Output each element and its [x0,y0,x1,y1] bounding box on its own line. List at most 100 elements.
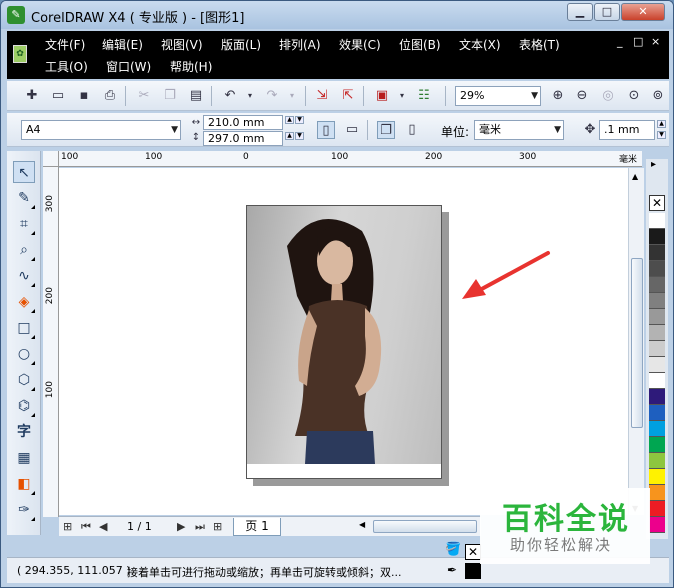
maximize-button[interactable]: □ [594,3,620,21]
copy-icon[interactable]: ❐ [161,87,179,105]
scroll-up-icon[interactable]: ▲ [632,172,638,181]
menu-edit[interactable]: 编辑(E) [102,36,143,54]
close-button[interactable]: ✕ [621,3,665,21]
zoom-in-icon[interactable]: ⊕ [549,87,567,105]
redo-dropdown-icon[interactable]: ▾ [283,87,301,105]
palette-color-swatch[interactable] [649,325,665,341]
all-pages-icon[interactable]: ❐ [377,121,395,139]
menu-table[interactable]: 表格(T) [519,36,560,54]
application-launcher-icon[interactable]: ▣ [373,87,391,105]
smart-fill-tool-icon[interactable]: ◈ [13,291,35,313]
fill-swatch[interactable]: ✕ [465,544,481,560]
doc-minimize-button[interactable]: _ [617,35,623,48]
document-page[interactable] [246,205,442,479]
add-page-after-icon[interactable]: ⊞ [213,520,222,533]
polygon-tool-icon[interactable]: ⬡ [13,369,35,391]
nudge-stepper-up[interactable]: ▲ [657,120,666,128]
current-page-icon[interactable]: ▯ [403,121,421,139]
horizontal-ruler[interactable]: 100 100 0 100 200 300 毫米 [59,151,642,167]
width-stepper-up[interactable]: ▲ [285,116,294,124]
print-icon[interactable]: ⎙ [101,87,119,105]
shape-tool-icon[interactable]: ✎ [13,187,35,209]
welcome-screen-icon[interactable]: ☷ [415,87,433,105]
palette-color-swatch[interactable] [649,437,665,453]
ellipse-tool-icon[interactable]: ○ [13,343,35,365]
palette-color-swatch[interactable] [649,453,665,469]
no-fill-swatch[interactable]: ✕ [649,195,665,211]
menu-view[interactable]: 视图(V) [161,36,203,54]
palette-color-swatch[interactable] [649,229,665,245]
new-document-icon[interactable]: ✚ [23,87,41,105]
height-stepper-up[interactable]: ▲ [285,132,294,140]
zoom-all-objects-icon[interactable]: ⊙ [625,87,643,105]
menu-effects[interactable]: 效果(C) [339,36,381,54]
palette-color-swatch[interactable] [649,389,665,405]
doc-restore-button[interactable]: □ [633,35,643,48]
eyedropper-tool-icon[interactable]: ✑ [13,499,35,521]
menu-tools[interactable]: 工具(O) [45,58,88,76]
nudge-distance-field[interactable]: .1 mm [599,120,655,140]
menu-layout[interactable]: 版面(L) [221,36,261,54]
zoom-tool-icon[interactable]: ⌕ [13,239,35,261]
zoom-out-icon[interactable]: ⊖ [573,87,591,105]
previous-page-icon[interactable]: ◀ [99,520,107,533]
palette-color-swatch[interactable] [649,501,665,517]
paper-size-select[interactable]: A4 ▼ [21,120,181,140]
undo-dropdown-icon[interactable]: ▾ [241,87,259,105]
palette-color-swatch[interactable] [649,421,665,437]
pick-tool-icon[interactable]: ↖ [13,161,35,183]
placed-photo[interactable] [247,206,441,464]
vertical-scroll-thumb[interactable] [631,258,643,428]
palette-color-swatch[interactable] [649,309,665,325]
menu-arrange[interactable]: 排列(A) [279,36,321,54]
palette-color-swatch[interactable] [649,293,665,309]
ruler-origin[interactable] [43,151,59,167]
zoom-level-select[interactable]: 29% ▼ [455,86,541,106]
palette-scroll-up-icon[interactable]: ▸ [651,159,656,170]
nudge-stepper-down[interactable]: ▼ [657,131,666,139]
palette-color-swatch[interactable] [649,405,665,421]
export-icon[interactable]: ⇱ [339,87,357,105]
interactive-blend-tool-icon[interactable]: ◧ [13,473,35,495]
paste-icon[interactable]: ▤ [187,87,205,105]
table-tool-icon[interactable]: ▦ [13,447,35,469]
page-tab[interactable]: 页 1 [233,518,281,536]
scroll-left-icon[interactable]: ◀ [359,520,365,529]
portrait-icon[interactable]: ▯ [317,121,335,139]
redo-icon[interactable]: ↷ [263,87,281,105]
menu-text[interactable]: 文本(X) [459,36,501,54]
import-icon[interactable]: ⇲ [313,87,331,105]
outline-swatch[interactable] [465,563,481,579]
doc-close-button[interactable]: × [651,35,660,48]
menu-bitmaps[interactable]: 位图(B) [399,36,441,54]
basic-shapes-tool-icon[interactable]: ⌬ [13,395,35,417]
vertical-ruler[interactable]: 300 200 100 [43,167,59,517]
horizontal-scroll-thumb[interactable] [373,520,477,533]
width-stepper-down[interactable]: ▼ [295,116,304,124]
menu-help[interactable]: 帮助(H) [170,58,212,76]
open-folder-icon[interactable]: ▭ [49,87,67,105]
text-tool-icon[interactable]: 字 [13,421,35,443]
launcher-dropdown-icon[interactable]: ▾ [393,87,411,105]
minimize-button[interactable]: ▁ [567,3,593,21]
palette-color-swatch[interactable] [649,357,665,373]
cut-icon[interactable]: ✂ [135,87,153,105]
zoom-page-icon[interactable]: ⊚ [649,87,667,105]
palette-color-swatch[interactable] [649,517,665,533]
first-page-icon[interactable]: ⏮ [81,520,91,534]
document-icon[interactable]: ✿ [13,45,27,63]
add-page-before-icon[interactable]: ⊞ [63,520,72,533]
vertical-scrollbar[interactable]: ▲ ▼ [628,168,644,515]
palette-color-swatch[interactable] [649,373,665,389]
palette-color-swatch[interactable] [649,469,665,485]
save-icon[interactable]: ▪ [75,87,93,105]
page-height-field[interactable]: 297.0 mm [203,131,283,146]
menu-file[interactable]: 文件(F) [45,36,85,54]
crop-tool-icon[interactable]: ⌗ [13,213,35,235]
next-page-icon[interactable]: ▶ [177,520,185,533]
palette-color-swatch[interactable] [649,341,665,357]
last-page-icon[interactable]: ⏭ [195,520,205,534]
palette-color-swatch[interactable] [649,277,665,293]
freehand-tool-icon[interactable]: ∿ [13,265,35,287]
palette-color-swatch[interactable] [649,213,665,229]
